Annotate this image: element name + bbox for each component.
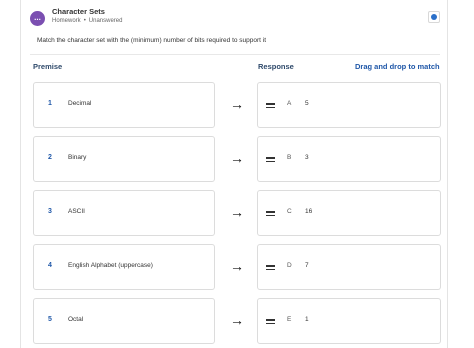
assignment-type: Homework [52, 18, 81, 24]
response-letter: E [287, 316, 292, 323]
response-value: 3 [305, 154, 309, 161]
drag-handle-icon[interactable] [266, 318, 275, 325]
response-letter: D [287, 262, 292, 269]
question-type-icon: ... [30, 11, 45, 26]
premise-card: 2 Binary [33, 136, 215, 182]
info-icon [431, 14, 437, 20]
premise-number: 4 [48, 262, 52, 269]
match-row: 4 English Alphabet (uppercase) → D 7 [0, 244, 474, 290]
drag-handle-icon[interactable] [266, 264, 275, 271]
info-button[interactable] [428, 11, 440, 23]
response-letter: B [287, 154, 292, 161]
arrow-right-icon: → [230, 312, 244, 328]
arrow-right-icon: → [230, 96, 244, 112]
separator-dot: • [83, 18, 86, 24]
premise-card: 3 ASCII [33, 190, 215, 236]
response-value: 7 [305, 262, 309, 269]
arrow-right-icon: → [230, 258, 244, 274]
match-row: 2 Binary → B 3 [0, 136, 474, 182]
premise-number: 1 [48, 100, 52, 107]
premise-number: 5 [48, 316, 52, 323]
response-value: 1 [305, 316, 309, 323]
drag-handle-icon[interactable] [266, 210, 275, 217]
response-letter: A [287, 100, 292, 107]
response-card[interactable]: A 5 [257, 82, 441, 128]
drag-drop-hint: Drag and drop to match [355, 62, 440, 71]
response-card[interactable]: E 1 [257, 298, 441, 344]
response-card[interactable]: B 3 [257, 136, 441, 182]
arrow-right-icon: → [230, 150, 244, 166]
arrow-right-icon: → [230, 204, 244, 220]
premise-label: ASCII [68, 208, 85, 215]
match-row: 3 ASCII → C 16 [0, 190, 474, 236]
match-row: 1 Decimal → A 5 [0, 82, 474, 128]
response-column-header: Response [258, 62, 294, 71]
drag-handle-icon[interactable] [266, 156, 275, 163]
premise-number: 2 [48, 154, 52, 161]
response-value: 16 [305, 208, 313, 215]
premise-label: Octal [68, 316, 84, 323]
premise-card: 4 English Alphabet (uppercase) [33, 244, 215, 290]
response-value: 5 [305, 100, 309, 107]
response-card[interactable]: C 16 [257, 190, 441, 236]
response-card[interactable]: D 7 [257, 244, 441, 290]
answer-status: Unanswered [88, 18, 123, 24]
premise-number: 3 [48, 208, 52, 215]
premise-label: Binary [68, 154, 87, 161]
match-row: 5 Octal → E 1 [0, 298, 474, 344]
premise-card: 1 Decimal [33, 82, 215, 128]
premise-column-header: Premise [33, 62, 63, 71]
divider [30, 54, 440, 55]
drag-handle-icon[interactable] [266, 102, 275, 109]
premise-card: 5 Octal [33, 298, 215, 344]
question-meta: Homework • Unanswered [52, 18, 122, 24]
question-title: Character Sets [52, 7, 105, 16]
premise-label: Decimal [68, 100, 92, 107]
premise-label: English Alphabet (uppercase) [68, 262, 153, 269]
response-letter: C [287, 208, 292, 215]
question-instructions: Match the character set with the (minimu… [37, 37, 267, 44]
